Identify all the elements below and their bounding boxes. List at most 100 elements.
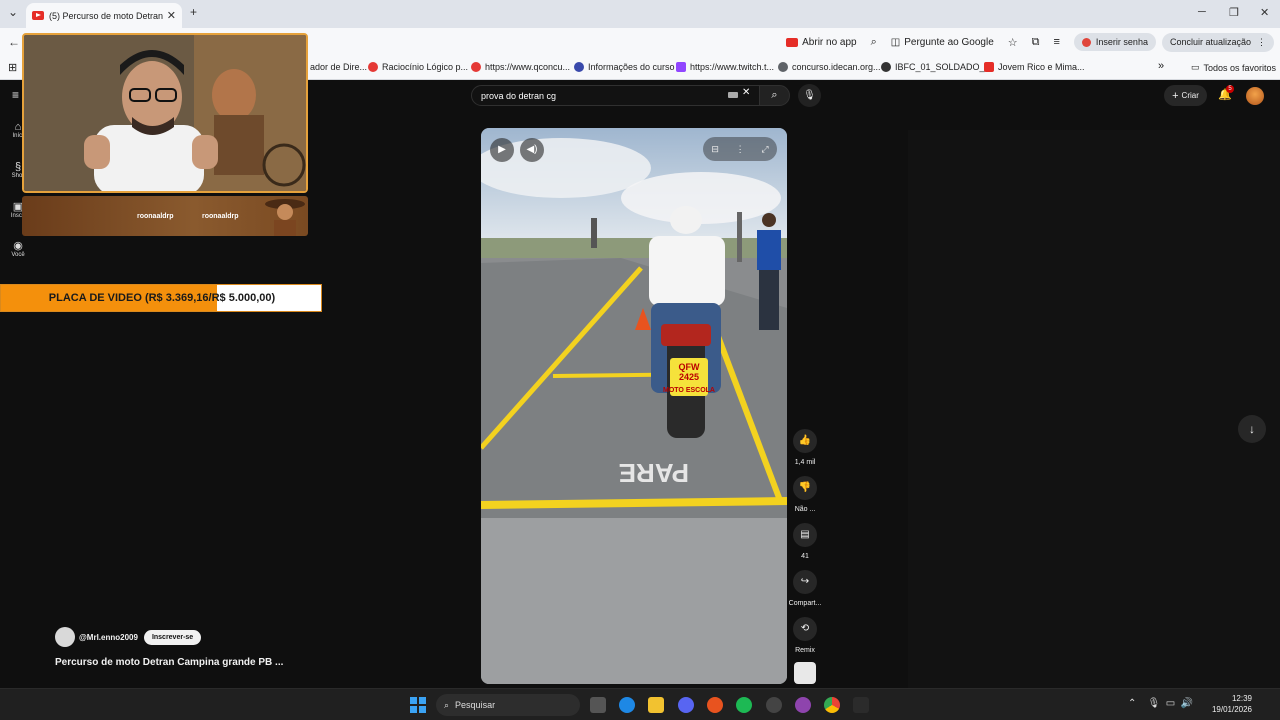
restore-icon[interactable]: ❐ (1229, 6, 1239, 19)
create-button[interactable]: + Criar (1164, 85, 1207, 106)
microphone-icon[interactable]: 🎙 (1148, 698, 1161, 709)
clock[interactable]: 12:39 19/01/2026 (1204, 693, 1252, 715)
bookmark-item[interactable]: Informações do curso (574, 62, 675, 72)
bookmark-item[interactable]: https://www.twitch.t... (676, 62, 774, 72)
plate-line-1: QFW (679, 362, 700, 372)
shorts-video-player[interactable]: PARE QFW 2425 MOTO ESCOLA ▶ ◀) ⊟ ⋮ ⤢ (481, 128, 787, 684)
obs-icon[interactable] (766, 697, 782, 713)
speaker-icon[interactable]: 🔊 (1181, 698, 1193, 709)
like-count: 1,4 mil (794, 459, 816, 466)
more-bookmarks-icon[interactable]: » (1158, 60, 1164, 72)
arrow-down-icon: ↓ (1249, 422, 1255, 436)
share-button[interactable]: ↪ Compart... (788, 570, 822, 607)
keyboard-icon[interactable] (728, 92, 738, 98)
bookmark-item[interactable]: https://www.qconcu... (471, 62, 570, 72)
comment-icon: ▤ (793, 523, 817, 547)
new-tab-button[interactable]: + (190, 5, 197, 19)
browser-tab-active[interactable]: (5) Percurso de moto Detran Ca ✕ (26, 3, 182, 28)
bookmark-star-icon[interactable]: ☆ (1008, 36, 1018, 49)
channel-avatar[interactable] (55, 627, 75, 647)
insert-password-button[interactable]: Inserir senha (1073, 33, 1156, 51)
media-controls-icon[interactable]: ≡ (1054, 36, 1060, 48)
bookmark-item[interactable]: concurso.idecan.org... (778, 62, 881, 72)
channel-info: @Mrl.enno2009 Inscrever-se (55, 627, 202, 647)
file-explorer-icon[interactable] (648, 697, 664, 713)
voice-search-button[interactable]: 🎙 (798, 84, 821, 107)
stream-social-bar: roonaaldrp roonaaldrp (22, 196, 308, 236)
sidebar-item-you[interactable]: ◉ Você (8, 239, 28, 258)
taskbar-search[interactable]: ⌕ Pesquisar (436, 694, 580, 716)
insert-password-label: Inserir senha (1095, 37, 1148, 47)
bookmark-item[interactable]: Raciocínio Lógico p... (368, 62, 468, 72)
system-tray[interactable]: ⌃ 🎙 ▭ 🔊 (1128, 698, 1193, 709)
tab-close-icon[interactable]: ✕ (167, 9, 176, 22)
search-icon: ⌕ (771, 89, 778, 101)
user-avatar[interactable] (1246, 87, 1264, 105)
channel-name[interactable]: @Mrl.enno2009 (79, 633, 138, 642)
tab-search-chevron-icon[interactable]: ⌄ (8, 5, 18, 19)
back-arrow-icon[interactable]: ← (8, 35, 20, 49)
network-icon[interactable]: ▭ (1166, 698, 1175, 709)
app-icon[interactable] (707, 697, 723, 713)
next-short-button[interactable]: ↓ (1238, 415, 1266, 443)
clear-search-icon[interactable]: ✕ (742, 87, 750, 98)
play-button[interactable]: ▶ (490, 138, 514, 162)
share-label: Compart... (788, 600, 822, 607)
spotify-icon[interactable] (736, 697, 752, 713)
social-handle: roonaaldrp (137, 213, 174, 220)
profile-dot-icon (1081, 37, 1091, 47)
volume-button[interactable]: ◀) (520, 138, 544, 162)
zoom-search-icon[interactable]: ⌕ (871, 36, 877, 49)
apps-grid-icon[interactable]: ⊞ (8, 61, 17, 74)
youtube-icon (984, 62, 994, 72)
bookmark-label: concurso.idecan.org... (792, 62, 881, 72)
start-button[interactable] (410, 697, 426, 713)
share-icon: ↪ (793, 570, 817, 594)
fullscreen-icon[interactable]: ⤢ (761, 144, 768, 155)
close-window-icon[interactable]: ✕ (1260, 6, 1269, 19)
plate-line-2: 2425 (679, 372, 699, 382)
all-favorites-folder[interactable]: ▭ Todos os favoritos (1191, 62, 1276, 73)
subscribe-button[interactable]: Inscrever-se (143, 629, 202, 645)
globe-icon (881, 62, 891, 72)
search-button[interactable]: ⌕ (759, 85, 790, 106)
bookmark-item[interactable]: IBFC_01_SOLDADO_... (881, 62, 992, 72)
road-text: PARE (619, 458, 689, 488)
hamburger-menu-icon[interactable]: ≡ (12, 88, 19, 102)
chrome-icon[interactable] (824, 697, 840, 713)
finish-update-button[interactable]: Concluir atualização ⋮ (1161, 32, 1274, 52)
extensions-icon[interactable]: ⧉ (1032, 36, 1040, 49)
more-options-icon[interactable]: ⋮ (736, 144, 745, 155)
app-icon[interactable] (795, 697, 811, 713)
bookmark-label: https://www.twitch.t... (690, 62, 775, 72)
bookmark-favicon-icon (471, 62, 481, 72)
bookmark-item[interactable]: Jovem Rico e Mima... (984, 62, 1085, 72)
cowboy-illustration (265, 199, 305, 236)
kebab-menu-icon: ⋮ (1257, 36, 1266, 47)
search-input[interactable]: prova do detran cg (471, 85, 760, 106)
discord-icon[interactable] (678, 697, 694, 713)
youtube-favicon-icon (32, 11, 44, 20)
you-icon: ◉ (13, 240, 23, 252)
edge-icon[interactable] (619, 697, 635, 713)
app-icon[interactable] (853, 697, 869, 713)
like-button[interactable]: 👍 1,4 mil (788, 429, 822, 466)
audio-thumbnail[interactable] (794, 662, 816, 684)
webcam-overlay (22, 33, 308, 193)
open-in-app-button[interactable]: Abrir no app (786, 36, 857, 48)
minimize-icon[interactable]: ─ (1198, 6, 1206, 18)
captions-icon[interactable]: ⊟ (711, 144, 719, 155)
remix-button[interactable]: ⟲ Remix (788, 617, 822, 654)
chevron-up-icon[interactable]: ⌃ (1128, 698, 1136, 709)
open-in-app-label: Abrir no app (802, 36, 857, 48)
task-view-icon[interactable] (590, 697, 606, 713)
donation-goal-bar: PLACA DE VIDEO (R$ 3.369,16/R$ 5.000,00) (0, 284, 322, 312)
ask-google-button[interactable]: ◫ Pergunte ao Google (891, 37, 994, 48)
bookmark-label: https://www.qconcu... (485, 62, 571, 72)
dislike-button[interactable]: 👎 Não ... (788, 476, 822, 513)
comments-button[interactable]: ▤ 41 (788, 523, 822, 560)
video-title[interactable]: Percurso de moto Detran Campina grande P… (55, 657, 283, 668)
finish-update-label: Concluir atualização (1169, 37, 1251, 47)
bookmark-item[interactable]: ador de Dire... (310, 62, 367, 72)
youtube-icon (786, 37, 799, 47)
